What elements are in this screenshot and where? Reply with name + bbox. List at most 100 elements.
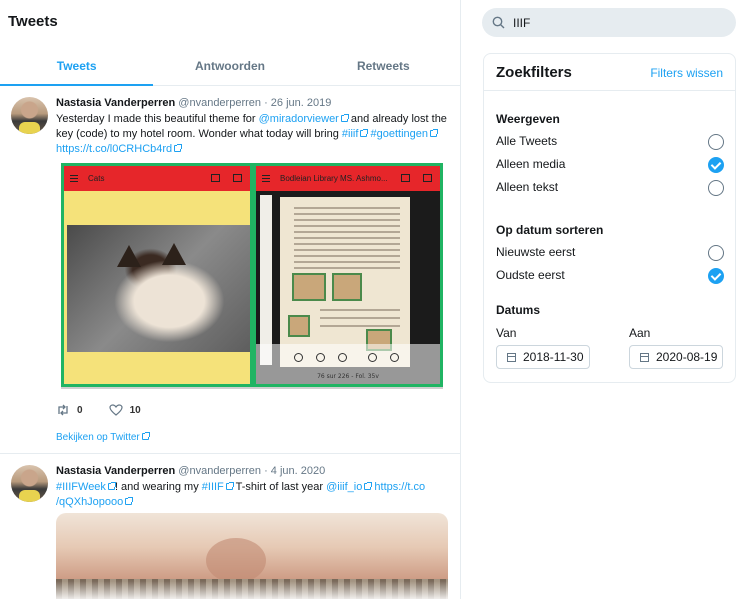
mention-text: @miradorviewer: [258, 113, 339, 125]
search-bar[interactable]: [482, 8, 736, 37]
view-link-text: Bekijken op Twitter: [56, 432, 140, 443]
like-button[interactable]: 10: [108, 404, 141, 416]
tweet-date[interactable]: · 26 jun. 2019: [264, 97, 331, 109]
panel-title: Zoekfilters: [496, 64, 572, 81]
radio-button[interactable]: [708, 245, 724, 261]
search-input[interactable]: [513, 15, 713, 30]
url-text: https://t.co/l0CRHCb4rd: [56, 143, 173, 155]
external-link-icon: [125, 497, 134, 505]
book-icon: [211, 174, 220, 182]
hashtag-link[interactable]: #IIIFWeek: [56, 481, 116, 493]
reset-icon: [338, 353, 347, 362]
timeline-column: Tweets Tweets Antwoorden Retweets Nastas…: [0, 0, 461, 599]
external-link-icon: [225, 482, 234, 490]
external-link-icon: [430, 129, 438, 137]
viewer-controls: 76 sur 226 - Fol. 35v: [256, 344, 440, 384]
to-label: Aan: [629, 326, 651, 340]
divider: [61, 387, 443, 389]
clear-filters-link[interactable]: Filters wissen: [650, 66, 723, 80]
hashtag-text: #IIIFWeek: [56, 481, 106, 493]
tab-retweets[interactable]: Retweets: [307, 48, 460, 85]
mirador-window-bar: Cats: [64, 166, 250, 191]
hashtag-link[interactable]: #IIIF: [201, 481, 234, 493]
external-link-icon: [141, 432, 150, 440]
view-on-twitter-link[interactable]: Bekijken op Twitter: [56, 432, 150, 443]
mirador-embed-image[interactable]: Cats Bodleian Library MS. Ashmo... 76 su…: [61, 163, 443, 387]
external-link-icon: [340, 114, 349, 122]
zoom-out-icon: [316, 353, 325, 362]
option-label: Nieuwste eerst: [496, 245, 576, 259]
url-text: /qQXhJopooo: [56, 496, 124, 508]
author-handle[interactable]: @nvanderperren: [178, 465, 261, 477]
calendar-icon: [640, 352, 649, 362]
tweet-url-link[interactable]: https://t.co/l0CRHCb4rd: [56, 143, 183, 155]
hashtag-text: #iiif: [341, 128, 359, 140]
mirador-window-bar: Bodleian Library MS. Ashmo...: [256, 166, 440, 191]
zoom-in-icon: [294, 353, 303, 362]
tweet[interactable]: Nastasia Vanderperren @nvanderperren · 4…: [0, 455, 460, 599]
radio-button-checked[interactable]: [708, 268, 724, 284]
retweet-button[interactable]: 0: [56, 404, 83, 416]
calendar-icon: [507, 352, 516, 362]
external-link-icon: [174, 144, 183, 152]
hashtag-text: #IIIF: [201, 481, 224, 493]
from-label: Van: [496, 326, 517, 340]
avatar[interactable]: [11, 465, 48, 502]
option-media-only[interactable]: Alleen media: [496, 157, 724, 175]
panel-header: Zoekfilters Filters wissen: [484, 54, 735, 91]
menu-icon: [262, 175, 270, 182]
to-date-input[interactable]: 2020-08-19: [629, 345, 723, 369]
option-label: Oudste eerst: [496, 268, 565, 282]
manuscript-image: 76 sur 226 - Fol. 35v: [256, 191, 440, 384]
page-title: Tweets: [8, 13, 58, 30]
tab-bar: Tweets Antwoorden Retweets: [0, 48, 460, 86]
hashtag-link[interactable]: #iiif: [341, 128, 369, 140]
mention-text: @iiif_io: [326, 481, 363, 493]
radio-button[interactable]: [708, 134, 724, 150]
mention-link[interactable]: @iiif_io: [326, 481, 373, 493]
author-name[interactable]: Nastasia Vanderperren: [56, 465, 175, 477]
to-date-value: 2020-08-19: [656, 350, 718, 364]
tweet[interactable]: Nastasia Vanderperren @nvanderperren · 2…: [0, 87, 460, 454]
option-label: Alleen tekst: [496, 180, 559, 194]
section-title-dates: Datums: [496, 303, 541, 317]
mirador-window-cats: Cats: [61, 163, 253, 387]
section-title-show: Weergeven: [496, 112, 560, 126]
mention-link[interactable]: @miradorviewer: [258, 113, 349, 125]
canvas-caption: 76 sur 226 - Fol. 35v: [317, 373, 379, 380]
book-icon: [401, 174, 410, 182]
mirador-window-title: Bodleian Library MS. Ashmo...: [280, 174, 388, 183]
from-date-input[interactable]: 2018-11-30: [496, 345, 590, 369]
mirador-window-manuscript: Bodleian Library MS. Ashmo... 76 sur 226…: [253, 163, 443, 387]
tab-antwoorden[interactable]: Antwoorden: [153, 48, 306, 85]
hashtag-link[interactable]: #goettingen: [371, 128, 438, 140]
hashtag-text: #goettingen: [370, 128, 429, 140]
tweet-date[interactable]: · 4 jun. 2020: [264, 465, 325, 477]
manuscript-page: [280, 197, 410, 367]
radio-button[interactable]: [708, 180, 724, 196]
retweet-count: 0: [77, 404, 83, 416]
author-name[interactable]: Nastasia Vanderperren: [56, 97, 175, 109]
tweet-text-part: Yesterday I made this beautiful theme fo…: [56, 113, 259, 125]
ruler: [260, 195, 272, 365]
option-all-tweets[interactable]: Alle Tweets: [496, 134, 724, 152]
option-oldest-first[interactable]: Oudste eerst: [496, 268, 724, 286]
menu-icon: [70, 175, 78, 182]
author-handle[interactable]: @nvanderperren: [178, 97, 261, 109]
tab-tweets[interactable]: Tweets: [0, 48, 154, 86]
tweet-body: Nastasia Vanderperren @nvanderperren · 4…: [56, 464, 450, 510]
option-newest-first[interactable]: Nieuwste eerst: [496, 245, 724, 263]
tweet-text-part: T-shirt of last year: [232, 481, 327, 493]
tweet-body: Nastasia Vanderperren @nvanderperren · 2…: [56, 96, 450, 157]
heart-icon: [108, 404, 123, 416]
option-text-only[interactable]: Alleen tekst: [496, 180, 724, 198]
search-icon: [492, 16, 505, 29]
cat-photo: [67, 225, 250, 352]
radio-button-checked[interactable]: [708, 157, 724, 173]
retweet-icon: [58, 404, 68, 416]
previous-icon: [368, 353, 377, 362]
avatar[interactable]: [11, 97, 48, 134]
tweet-text-part: ! and wearing my: [114, 481, 202, 493]
tweet-actions: 0 10: [56, 404, 167, 416]
url-text: https://t.co: [374, 481, 426, 493]
